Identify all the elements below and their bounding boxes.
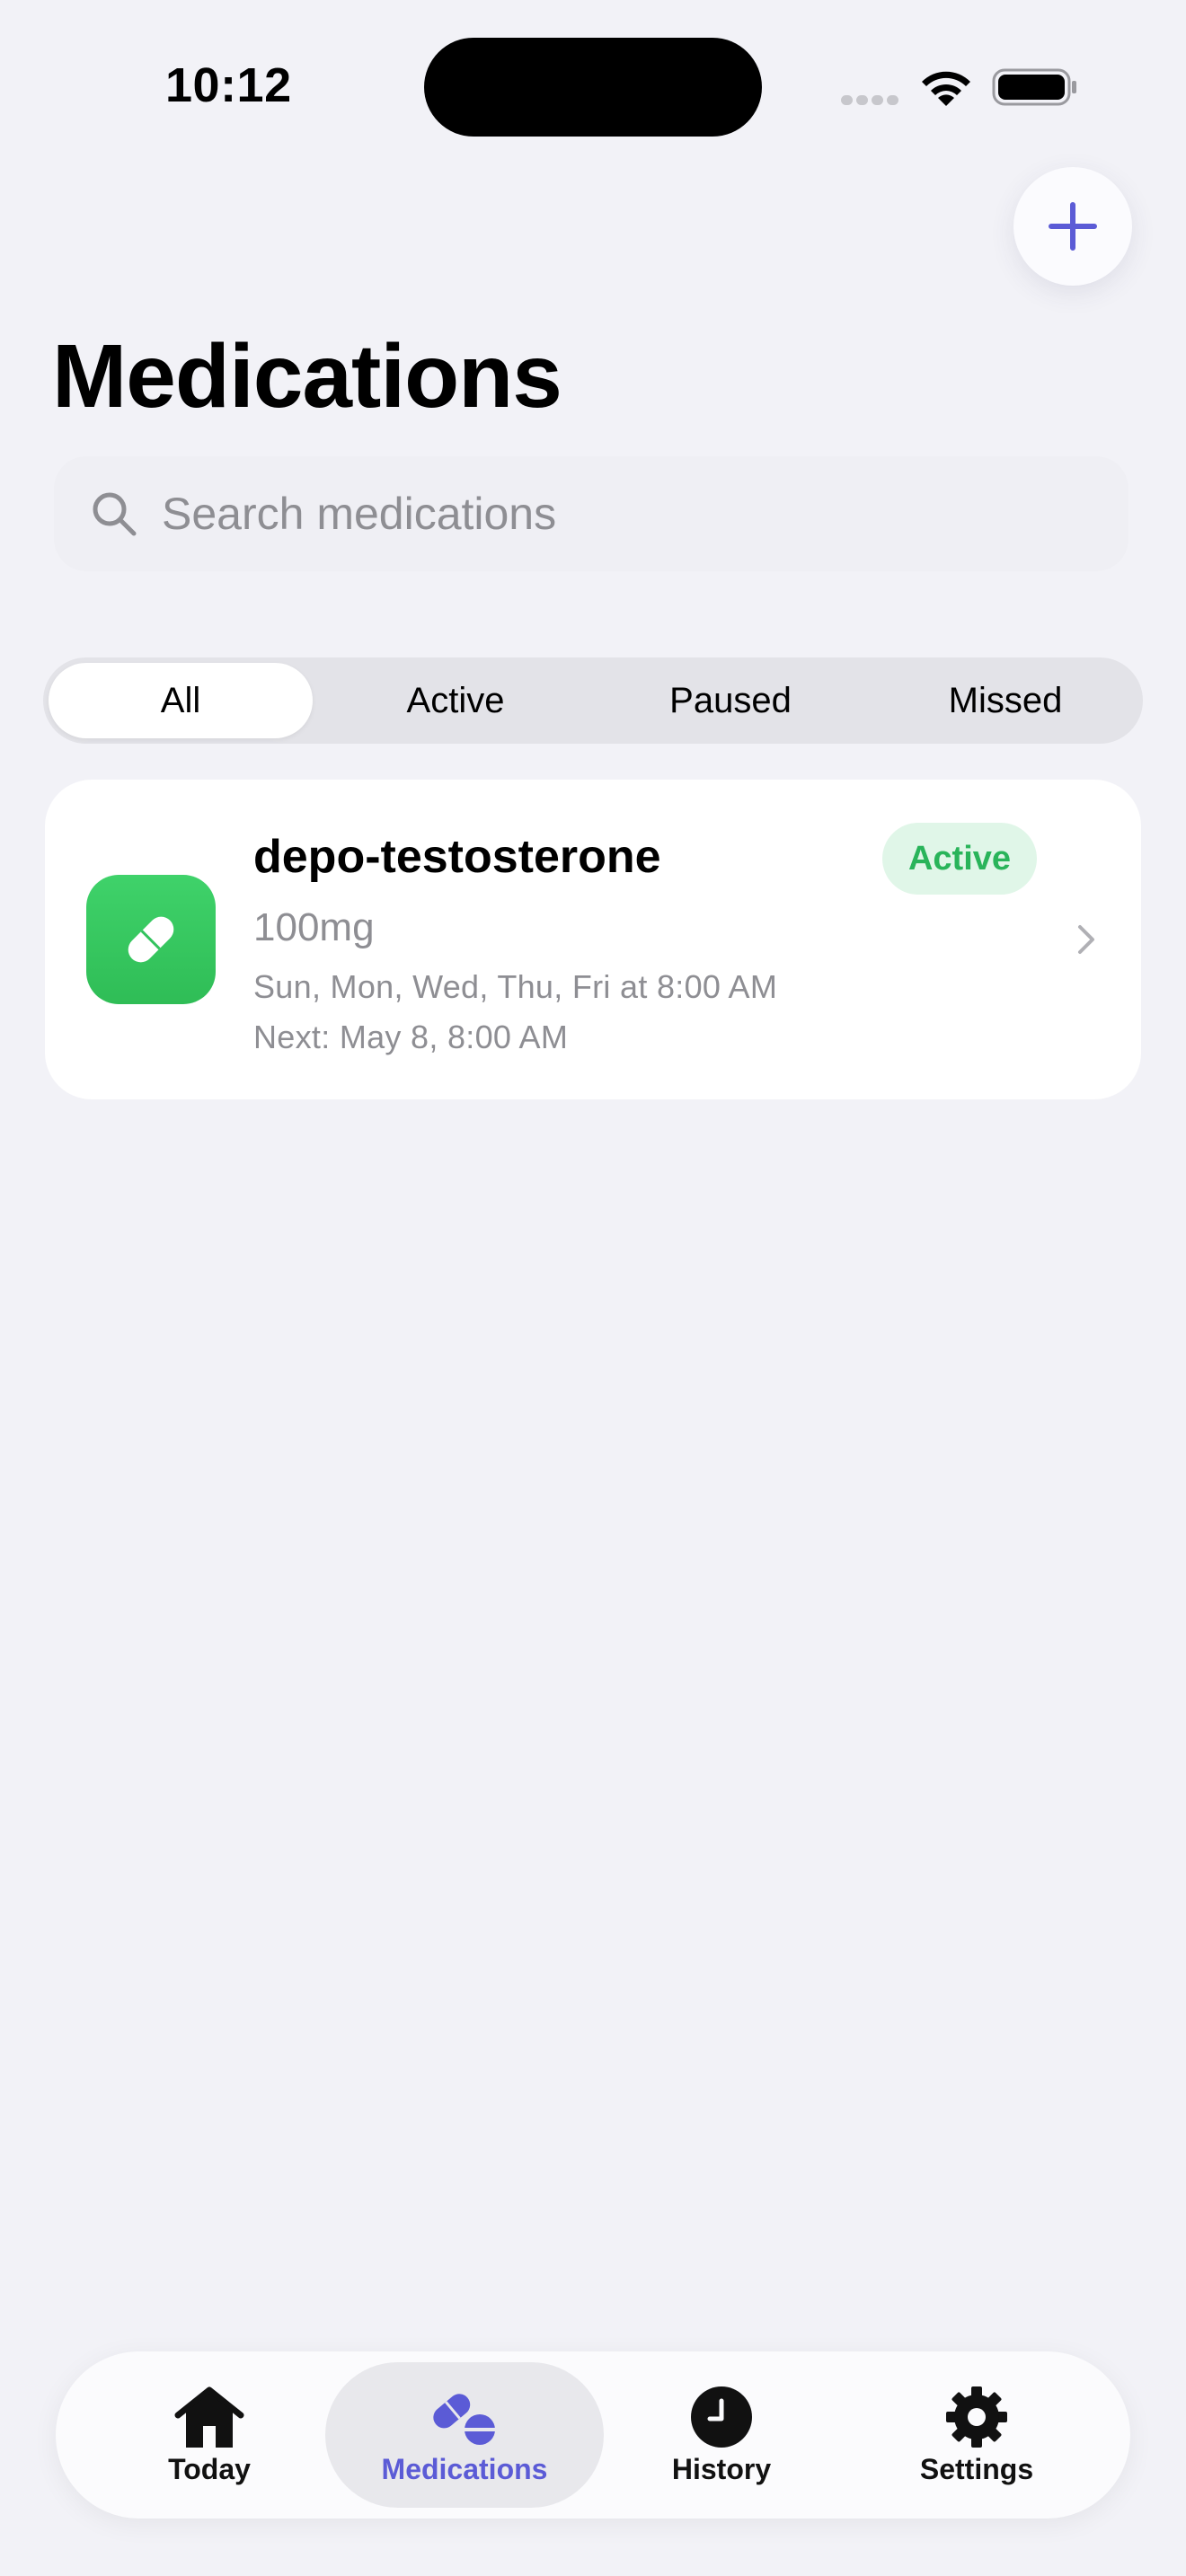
medication-icon-tile bbox=[86, 875, 216, 1004]
battery-icon bbox=[992, 66, 1078, 108]
add-medication-button[interactable] bbox=[1013, 167, 1132, 286]
dynamic-island bbox=[424, 38, 762, 137]
medication-dose: 100mg bbox=[253, 905, 375, 949]
page-title: Medications bbox=[52, 326, 562, 427]
cellular-signal-icon bbox=[841, 93, 902, 106]
filter-tab-active[interactable]: Active bbox=[323, 663, 588, 738]
tab-bar: Today Medications History Settings bbox=[56, 2351, 1130, 2519]
tab-label: Medications bbox=[381, 2452, 548, 2485]
filter-tab-paused[interactable]: Paused bbox=[598, 663, 863, 738]
tab-label: Today bbox=[168, 2452, 251, 2485]
wifi-icon bbox=[918, 66, 974, 108]
search-bar[interactable] bbox=[54, 456, 1128, 571]
tab-today[interactable]: Today bbox=[70, 2362, 349, 2508]
tab-label: Settings bbox=[919, 2452, 1034, 2485]
filter-segmented-control: All Active Paused Missed bbox=[43, 657, 1143, 744]
medication-next-dose: Next: May 8, 8:00 AM bbox=[253, 1019, 569, 1055]
house-icon bbox=[174, 2386, 244, 2448]
tab-settings[interactable]: Settings bbox=[837, 2362, 1116, 2508]
pills-icon bbox=[433, 2393, 496, 2445]
status-time: 10:12 bbox=[165, 58, 292, 112]
search-input[interactable] bbox=[160, 487, 972, 541]
plus-icon bbox=[1049, 202, 1097, 251]
gear-icon bbox=[946, 2386, 1007, 2448]
tab-medications[interactable]: Medications bbox=[325, 2362, 604, 2508]
tab-history[interactable]: History bbox=[582, 2362, 861, 2508]
medication-card[interactable]: depo-testosterone Active 100mg Sun, Mon,… bbox=[45, 780, 1141, 1099]
search-icon bbox=[93, 492, 137, 536]
pill-icon bbox=[128, 916, 174, 963]
status-badge: Active bbox=[882, 823, 1037, 895]
chevron-right-icon bbox=[1078, 925, 1094, 954]
medication-name: depo-testosterone bbox=[253, 831, 661, 883]
filter-tab-missed[interactable]: Missed bbox=[873, 663, 1137, 738]
clock-icon bbox=[691, 2386, 752, 2448]
tab-label: History bbox=[671, 2452, 772, 2485]
filter-tab-all[interactable]: All bbox=[49, 663, 313, 738]
medication-schedule: Sun, Mon, Wed, Thu, Fri at 8:00 AM bbox=[253, 968, 778, 1005]
